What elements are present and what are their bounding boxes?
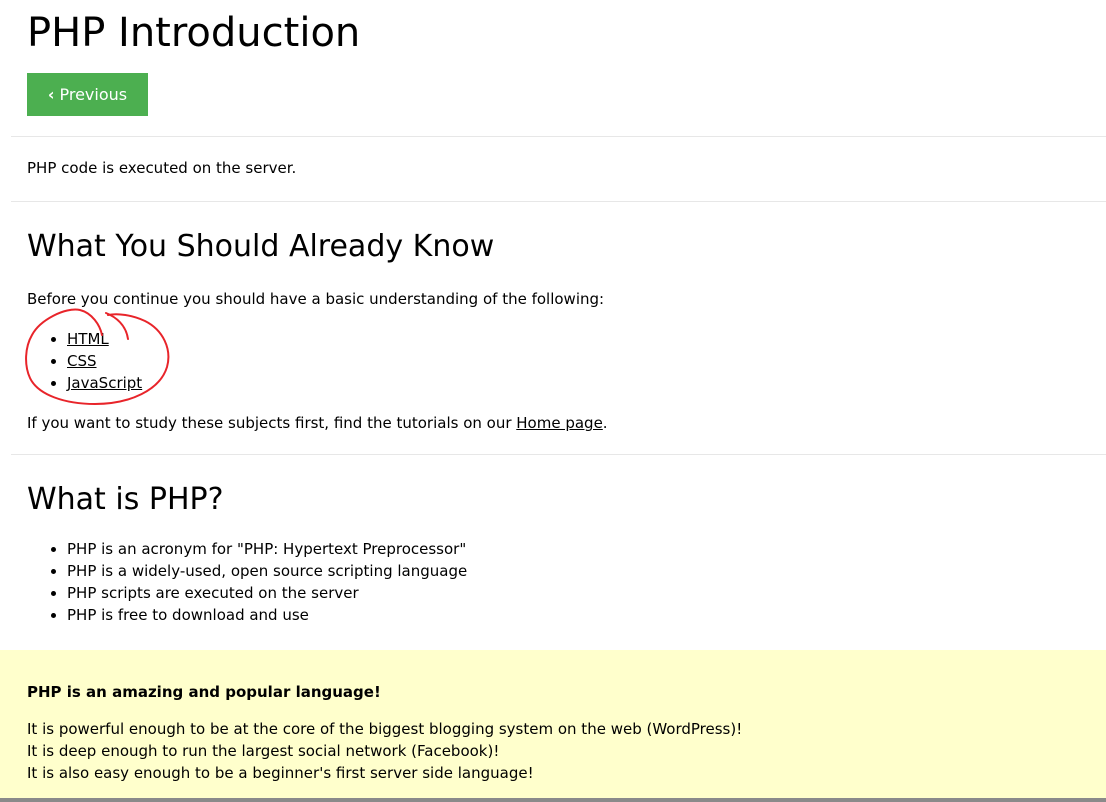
divider [11, 454, 1106, 455]
list-item: PHP is an acronym for "PHP: Hypertext Pr… [67, 538, 467, 560]
note-panel: PHP is an amazing and popular language! … [0, 650, 1106, 798]
section-heading-what-is-php: What is PHP? [27, 482, 224, 517]
previous-button[interactable]: ‹ Previous [27, 73, 148, 116]
chevron-left-icon: ‹ [47, 85, 55, 104]
prereq-outro-prefix: If you want to study these subjects firs… [27, 414, 517, 432]
prereq-outro-suffix: . [602, 414, 608, 432]
previous-button-label: Previous [59, 85, 128, 104]
note-line: It is deep enough to run the largest soc… [27, 742, 500, 760]
page: PHP Introduction ‹ Previous PHP code is … [0, 0, 1106, 802]
css-link[interactable]: CSS [67, 352, 97, 370]
prereq-list: HTML CSS JavaScript [27, 328, 142, 394]
list-item: PHP is a widely-used, open source script… [67, 560, 467, 582]
note-line: It is powerful enough to be at the core … [27, 720, 743, 738]
home-page-link[interactable]: Home page [516, 414, 603, 432]
prereq-lead-text: Before you continue you should have a ba… [27, 290, 605, 308]
note-line: It is also easy enough to be a beginner'… [27, 764, 534, 782]
list-item: CSS [67, 350, 142, 372]
section-heading-prereq: What You Should Already Know [27, 229, 495, 264]
divider [11, 201, 1106, 202]
window-bottom-edge [0, 798, 1106, 802]
page-title: PHP Introduction [27, 10, 361, 56]
what-is-php-list: PHP is an acronym for "PHP: Hypertext Pr… [27, 538, 467, 626]
intro-text: PHP code is executed on the server. [27, 159, 297, 177]
list-item: HTML [67, 328, 142, 350]
note-title: PHP is an amazing and popular language! [27, 683, 381, 701]
list-item: PHP is free to download and use [67, 604, 467, 626]
javascript-link[interactable]: JavaScript [67, 374, 142, 392]
html-link[interactable]: HTML [67, 330, 109, 348]
divider [11, 136, 1106, 137]
list-item: JavaScript [67, 372, 142, 394]
prereq-outro-text: If you want to study these subjects firs… [27, 412, 608, 434]
list-item: PHP scripts are executed on the server [67, 582, 467, 604]
